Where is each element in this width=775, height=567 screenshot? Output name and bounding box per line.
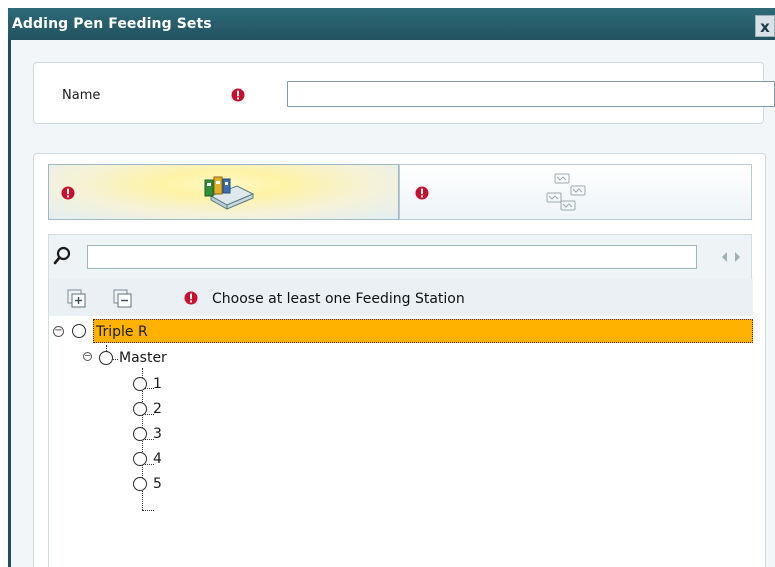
station-tree: − Triple R − Master 1 2 3 4 5 [49, 316, 753, 567]
required-icon [231, 88, 245, 102]
name-input[interactable] [287, 81, 775, 107]
required-icon [184, 291, 198, 305]
name-label: Name [62, 88, 101, 103]
tree-node-station[interactable]: 2 [153, 397, 162, 421]
tree-radio[interactable] [133, 452, 147, 466]
tree-radio[interactable] [72, 324, 86, 338]
collapse-all-icon[interactable] [113, 289, 133, 309]
pens-icon [546, 173, 586, 211]
tree-node-station[interactable]: 3 [153, 422, 162, 446]
tree-node-label: 3 [153, 426, 162, 442]
search-input[interactable] [87, 245, 697, 269]
tree-radio[interactable] [133, 477, 147, 491]
tree-node-label: 4 [153, 451, 162, 467]
tab-feeding-stations[interactable] [48, 164, 399, 220]
tree-radio[interactable] [133, 377, 147, 391]
tree-node-master[interactable]: Master [119, 346, 167, 370]
collapse-toggle-icon[interactable]: − [53, 326, 64, 337]
tree-node-root[interactable]: Triple R [93, 319, 753, 343]
tree-node-station[interactable]: 1 [153, 372, 162, 396]
tree-radio[interactable] [99, 351, 113, 365]
tree-node-label: Triple R [96, 324, 148, 340]
scroll-arrows-icon[interactable] [721, 251, 743, 263]
selection-panel: Choose at least one Feeding Station − Tr… [33, 153, 766, 567]
required-icon [415, 186, 429, 200]
tree-node-label: 2 [153, 401, 162, 417]
expand-all-icon[interactable] [67, 289, 87, 309]
collapse-toggle-icon[interactable]: − [83, 352, 92, 361]
tree-radio[interactable] [133, 402, 147, 416]
tab-pens[interactable] [399, 164, 752, 220]
station-tree-area: Choose at least one Feeding Station − Tr… [48, 234, 753, 567]
tree-node-label: Master [119, 350, 167, 366]
tree-radio[interactable] [133, 427, 147, 441]
validation-hint: Choose at least one Feeding Station [212, 291, 465, 307]
title-bar[interactable]: Adding Pen Feeding Sets x [8, 8, 775, 40]
search-icon [53, 246, 71, 265]
close-button[interactable]: x [755, 15, 775, 37]
name-panel: Name [33, 62, 775, 124]
required-icon [61, 186, 75, 200]
tree-node-station[interactable]: 5 [153, 472, 162, 496]
tree-node-label: 1 [153, 376, 162, 392]
dialog-title: Adding Pen Feeding Sets [12, 16, 212, 32]
dialog-window: Adding Pen Feeding Sets x Name Choose at… [8, 8, 775, 567]
tree-connector [142, 510, 154, 511]
tree-node-station[interactable]: 4 [153, 447, 162, 471]
feeding-station-icon [204, 176, 255, 210]
tree-toolbar: Choose at least one Feeding Station [49, 279, 753, 317]
dialog-body: Name Choose at least one Feeding Station… [11, 40, 775, 567]
tree-node-label: 5 [153, 476, 162, 492]
